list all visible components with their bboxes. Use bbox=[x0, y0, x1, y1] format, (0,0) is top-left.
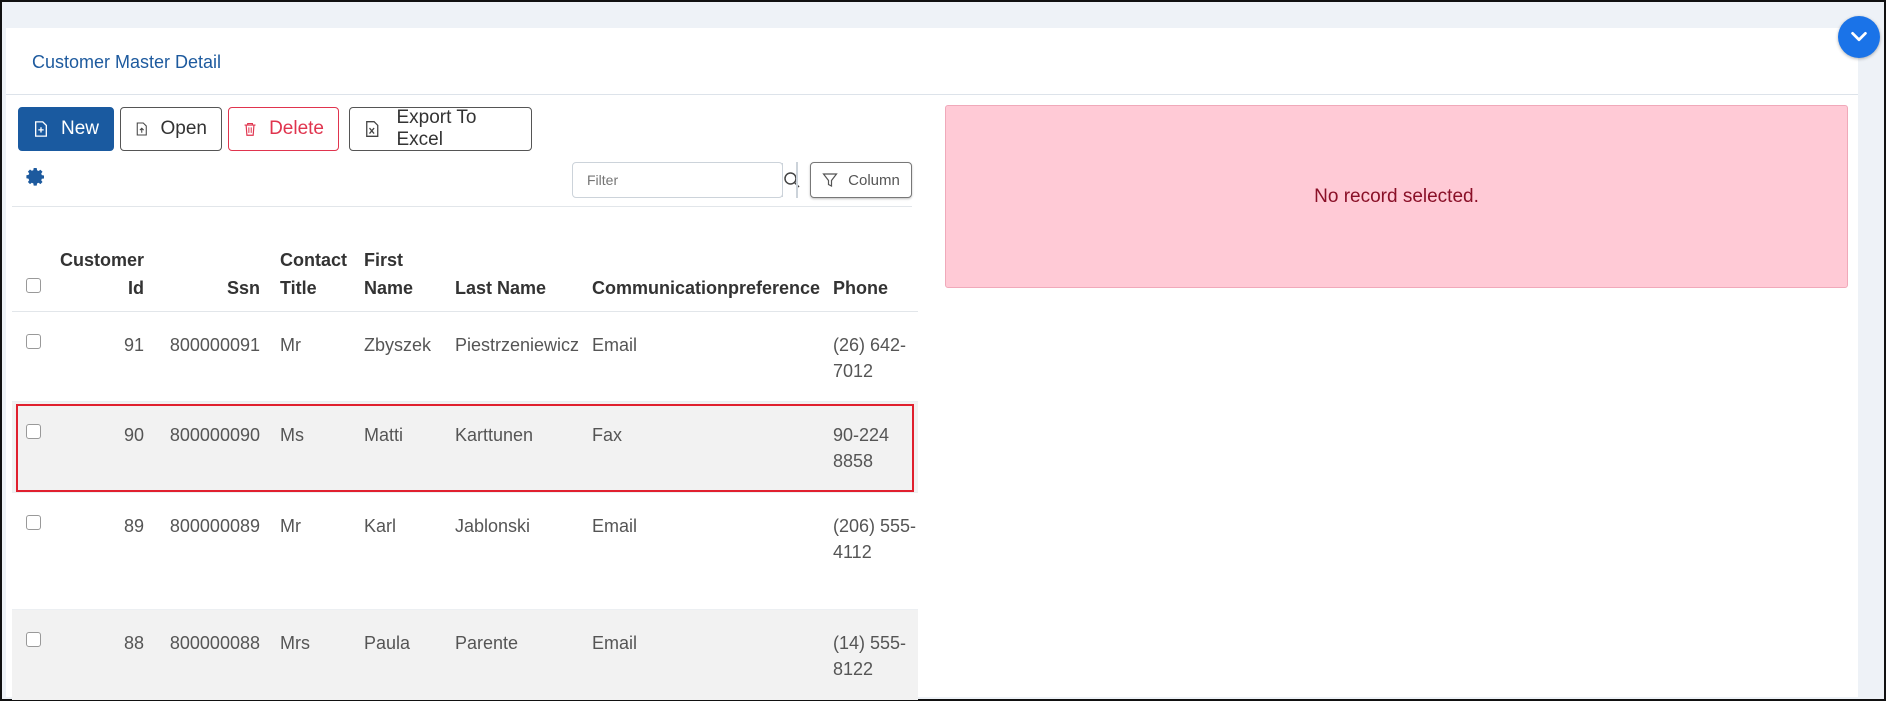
detail-panel-alert: No record selected. bbox=[945, 105, 1848, 288]
col-header-contact-title-line1: Contact bbox=[280, 250, 347, 270]
col-header-first-name-line1: First bbox=[364, 250, 404, 270]
col-header-contact-title[interactable]: Contact Title bbox=[280, 246, 347, 302]
delete-button[interactable]: Delete bbox=[228, 107, 339, 151]
col-header-communication-preference[interactable]: Communicationpreference bbox=[592, 274, 820, 302]
cell-phone-line1: 90-224 bbox=[833, 425, 890, 445]
cell-first-name: Matti bbox=[364, 425, 404, 445]
top-band bbox=[2, 2, 1882, 28]
cell-phone: (206) 555- 4112 bbox=[833, 513, 916, 565]
cell-phone: (26) 642- 7012 bbox=[833, 332, 906, 384]
trash-icon bbox=[244, 122, 256, 136]
grid-header: Customer Id Ssn Contact Title First Name… bbox=[12, 244, 918, 312]
cell-contact-title: Mr bbox=[280, 516, 301, 536]
table-row[interactable]: 89 800000089 Mr Karl Jablonski Email (20… bbox=[12, 493, 918, 610]
excel-file-icon bbox=[366, 121, 379, 137]
toolbar: New Open Delete Export To Excel bbox=[18, 107, 532, 153]
export-button-label: Export To Excel bbox=[396, 107, 477, 150]
filter-funnel-icon bbox=[822, 173, 838, 187]
cell-phone-line2: 8122 bbox=[833, 659, 874, 679]
customer-grid: Customer Id Ssn Contact Title First Name… bbox=[12, 244, 918, 700]
row-checkbox[interactable] bbox=[26, 334, 41, 349]
cell-phone: 90-224 8858 bbox=[833, 422, 889, 474]
cell-ssn: 800000088 bbox=[169, 633, 260, 653]
col-header-first-name[interactable]: First Name bbox=[364, 246, 413, 302]
cell-contact-title: Ms bbox=[280, 425, 304, 445]
cell-last-name: Parente bbox=[455, 633, 519, 653]
page-title: Customer Master Detail bbox=[32, 52, 222, 72]
cell-first-name: Zbyszek bbox=[364, 335, 432, 355]
col-header-customer-id-line2: Id bbox=[128, 278, 144, 298]
col-header-last-name[interactable]: Last Name bbox=[455, 274, 546, 302]
col-header-ssn[interactable]: Ssn bbox=[162, 274, 260, 302]
file-plus-icon bbox=[34, 121, 47, 137]
new-button-label: New bbox=[60, 118, 99, 139]
chevron-down-icon bbox=[1851, 31, 1867, 42]
export-to-excel-button[interactable]: Export To Excel bbox=[349, 107, 532, 151]
table-row[interactable]: 88 800000088 Mrs Paula Parente Email (14… bbox=[12, 610, 918, 700]
col-header-customer-id[interactable]: Customer Id bbox=[60, 246, 144, 302]
open-button-label: Open bbox=[160, 118, 207, 139]
delete-button-label: Delete bbox=[269, 118, 324, 139]
cell-phone: (14) 555- 8122 bbox=[833, 630, 906, 682]
toolbar-divider bbox=[796, 162, 798, 198]
cell-customer-id: 88 bbox=[123, 633, 144, 653]
collapse-button[interactable] bbox=[1838, 16, 1880, 58]
cell-last-name: Karttunen bbox=[455, 425, 534, 445]
col-header-phone[interactable]: Phone bbox=[833, 274, 888, 302]
column-button[interactable]: Column bbox=[810, 162, 912, 198]
col-header-first-name-line2: Name bbox=[364, 278, 414, 298]
cell-first-name: Karl bbox=[364, 516, 397, 536]
cell-ssn: 800000089 bbox=[169, 516, 260, 536]
filter-search-button[interactable] bbox=[782, 163, 801, 197]
table-row[interactable]: 91 800000091 Mr Zbyszek Piestrzeniewicz … bbox=[12, 312, 918, 402]
filter-box bbox=[572, 162, 800, 198]
cell-contact-title: Mr bbox=[280, 335, 301, 355]
cell-communication: Email bbox=[592, 633, 638, 653]
select-all-checkbox[interactable] bbox=[26, 278, 41, 293]
cell-phone-line2: 4112 bbox=[833, 542, 872, 562]
cell-communication: Fax bbox=[592, 425, 623, 445]
cell-contact-title: Mrs bbox=[280, 633, 310, 653]
cell-last-name: Piestrzeniewicz bbox=[455, 335, 580, 355]
cell-customer-id: 89 bbox=[123, 516, 144, 536]
card-header: Customer Master Detail bbox=[6, 28, 1858, 95]
no-record-message: No record selected. bbox=[1314, 185, 1479, 207]
cell-ssn: 800000090 bbox=[169, 425, 260, 445]
cell-first-name: Paula bbox=[364, 633, 411, 653]
cell-phone-line2: 8858 bbox=[833, 451, 874, 471]
col-header-contact-title-line2: Title bbox=[280, 278, 317, 298]
cell-communication: Email bbox=[592, 335, 638, 355]
cell-ssn: 800000091 bbox=[169, 335, 260, 355]
col-header-customer-id-line1: Customer bbox=[60, 250, 145, 270]
column-button-label: Column bbox=[848, 171, 900, 189]
row-checkbox[interactable] bbox=[26, 515, 41, 530]
row-checkbox[interactable] bbox=[26, 632, 41, 647]
cell-customer-id: 91 bbox=[123, 335, 144, 355]
toolbar-separator bbox=[12, 206, 912, 207]
cell-communication: Email bbox=[592, 516, 638, 536]
file-upload-icon bbox=[136, 122, 147, 136]
new-button[interactable]: New bbox=[18, 107, 114, 151]
filter-input[interactable] bbox=[573, 163, 782, 197]
gear-icon[interactable] bbox=[26, 167, 46, 187]
cell-phone-line1: (206) 555- bbox=[833, 516, 917, 536]
open-button[interactable]: Open bbox=[120, 107, 222, 151]
cell-phone-line1: (26) 642- bbox=[833, 335, 907, 355]
cell-last-name: Jablonski bbox=[455, 516, 531, 536]
row-checkbox[interactable] bbox=[26, 424, 41, 439]
cell-phone-line2: 7012 bbox=[833, 361, 874, 381]
table-row[interactable]: 90 800000090 Ms Matti Karttunen Fax 90-2… bbox=[12, 402, 918, 493]
cell-phone-line1: (14) 555- bbox=[833, 633, 907, 653]
cell-customer-id: 90 bbox=[123, 425, 144, 445]
search-icon bbox=[784, 172, 800, 188]
